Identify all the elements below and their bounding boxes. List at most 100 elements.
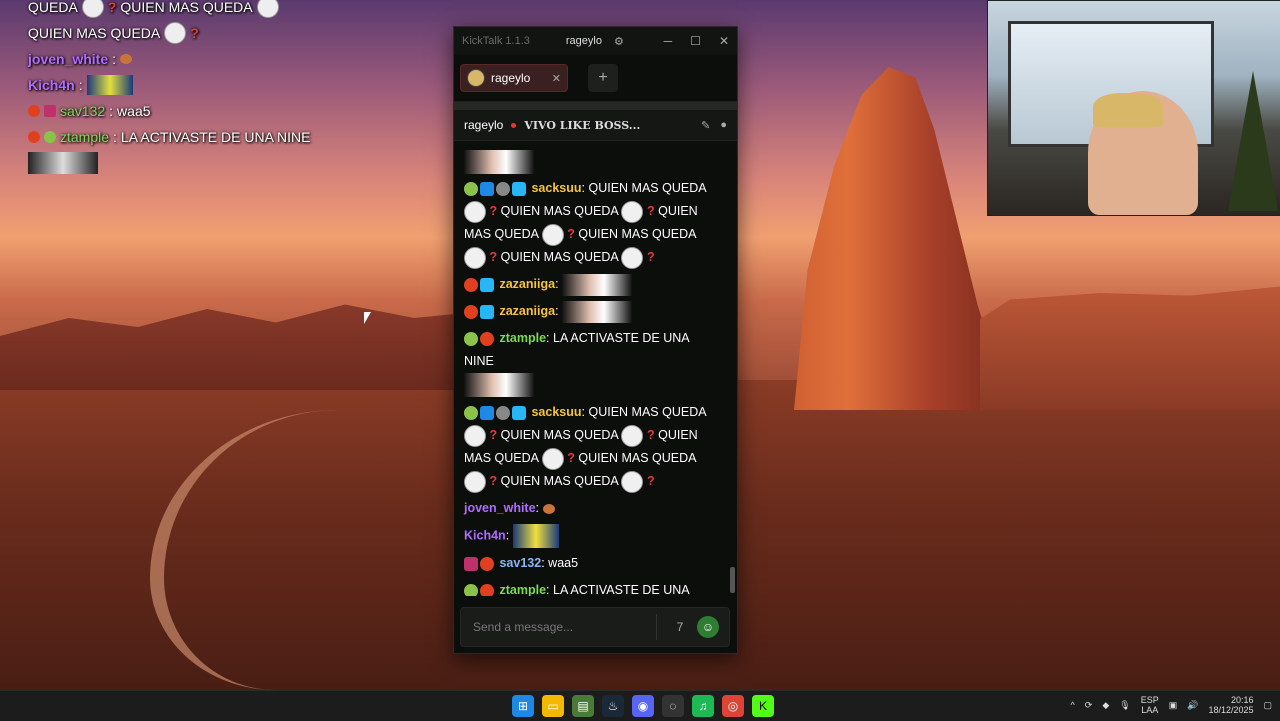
notification-icon[interactable]: ▢ — [1263, 700, 1272, 711]
message-input[interactable] — [471, 619, 656, 635]
minion-emote-icon — [86, 75, 133, 95]
overlay-text: QUIEN MAS QUEDA — [28, 25, 161, 41]
header-actions: ✎ ● — [701, 119, 727, 132]
question-icon: ? — [489, 428, 498, 442]
seventv-emote-icon[interactable]: 7 — [669, 616, 691, 638]
stream-overlay-chat: QUEDA ? QUIEN MAS QUEDA QUIEN MAS QUEDA … — [28, 0, 311, 176]
minimize-button[interactable]: ─ — [664, 34, 673, 48]
close-button[interactable]: ✕ — [719, 34, 729, 48]
message-sep: : — [555, 277, 559, 291]
username[interactable]: sav132 — [499, 556, 541, 570]
message-input-bar: 7 ☺ — [460, 607, 730, 647]
overlay-sep: : — [112, 51, 117, 67]
kick-emote-icon[interactable]: ☺ — [697, 616, 719, 638]
message-text: QUIEN MAS QUEDA — [500, 474, 618, 488]
sync-icon[interactable]: ⟳ — [1085, 700, 1093, 711]
question-icon: ? — [190, 25, 199, 41]
time: 20:16 — [1230, 695, 1254, 705]
badge-icon — [464, 181, 478, 196]
chat-messages[interactable]: sacksuu: QUIEN MAS QUEDA ? QUIEN MAS QUE… — [454, 150, 730, 596]
badge-icon — [512, 405, 526, 420]
overlay-username: joven_white — [28, 51, 109, 67]
username[interactable]: sacksuu — [531, 405, 581, 419]
app-icon[interactable]: ▤ — [572, 695, 594, 717]
chat-message: sacksuu: QUIEN MAS QUEDA ? QUIEN MAS QUE… — [464, 177, 720, 269]
account-button[interactable]: rageylo — [566, 35, 602, 47]
clock[interactable]: 20:16 18/12/2025 — [1208, 695, 1253, 715]
maximize-button[interactable]: ☐ — [690, 34, 701, 48]
image-emote — [464, 373, 534, 397]
network-icon[interactable]: ▣ — [1169, 700, 1178, 711]
overlay-sep: : — [109, 103, 114, 119]
moderator-badge-icon — [480, 405, 494, 420]
overlay-username: ztample — [60, 129, 110, 145]
chat-message: zazaniiga: — [464, 300, 720, 323]
username[interactable]: joven_white — [464, 501, 536, 515]
username[interactable]: sacksuu — [531, 181, 581, 195]
message-text: LA ACTIVASTE DE UNA NINE — [464, 331, 689, 368]
close-icon[interactable]: ✕ — [552, 72, 561, 85]
scrollbar[interactable] — [730, 567, 735, 593]
layout-text: LAA — [1141, 705, 1159, 715]
chat-message: Kich4n: — [464, 524, 720, 548]
emote-icon — [621, 246, 644, 269]
username[interactable]: ztample — [499, 583, 546, 596]
image-emote — [562, 300, 633, 323]
pin-icon[interactable]: ✎ — [701, 119, 710, 132]
username[interactable]: Kich4n — [464, 528, 506, 542]
overlay-line: QUIEN MAS QUEDA ? — [28, 20, 311, 46]
gear-icon[interactable]: ⚙ — [614, 35, 624, 48]
mouse-cursor — [364, 312, 371, 324]
message-sep: : — [581, 405, 585, 419]
emote-icon — [464, 200, 486, 223]
discord-icon[interactable]: ◉ — [632, 695, 654, 717]
shield-icon[interactable]: ◆ — [1102, 700, 1109, 711]
chat-message: zazaniiga: — [464, 273, 720, 296]
windows-start-icon[interactable]: ⊞ — [512, 695, 534, 717]
question-icon: ? — [489, 250, 498, 264]
badge-icon — [480, 304, 494, 319]
question-icon: ? — [646, 250, 655, 264]
chat-message: sav132: waa5 — [464, 552, 720, 575]
badge-icon — [496, 181, 510, 196]
file-explorer-icon[interactable]: ▭ — [542, 695, 564, 717]
overlay-line: Kich4n: — [28, 72, 311, 98]
message-text: QUIEN MAS QUEDA — [578, 227, 696, 241]
question-icon: ? — [646, 204, 655, 218]
badge-icon — [464, 556, 478, 571]
message-text: QUIEN — [658, 428, 698, 442]
language-indicator[interactable]: ESP LAA — [1141, 695, 1159, 715]
live-indicator — [511, 122, 517, 128]
volume-icon[interactable]: 🔊 — [1187, 700, 1198, 711]
overlay-username: sav132 — [60, 103, 106, 119]
emote-icon — [464, 246, 486, 269]
chevron-up-icon[interactable]: ^ — [1071, 700, 1075, 710]
tab-rageylo[interactable]: rageylo ✕ — [460, 64, 568, 92]
divider — [656, 614, 657, 640]
question-icon: ? — [107, 0, 117, 15]
steam-icon[interactable]: ♨ — [602, 695, 624, 717]
username[interactable]: zazaniiga — [499, 277, 555, 291]
mic-icon[interactable]: 🎙 — [1119, 700, 1130, 711]
spotify-icon[interactable]: ♫ — [692, 695, 714, 717]
emote-icon — [256, 0, 279, 18]
message-text: QUIEN MAS QUEDA — [578, 451, 696, 465]
wallpaper-monolith — [794, 67, 1010, 410]
add-tab-button[interactable]: + — [588, 64, 618, 92]
message-text: QUIEN MAS QUEDA — [500, 428, 618, 442]
title-bar[interactable]: KickTalk 1.1.3 rageylo ⚙ ─ ☐ ✕ — [454, 27, 737, 55]
emote-icon — [621, 424, 644, 447]
overlay-line — [28, 150, 311, 176]
app-icon[interactable]: ◌ — [662, 695, 684, 717]
badge-icon — [464, 583, 478, 596]
username[interactable]: ztample — [499, 331, 546, 345]
kicktalk-icon[interactable]: K — [752, 695, 774, 717]
chrome-icon[interactable]: ◎ — [722, 695, 744, 717]
moderator-badge-icon — [480, 181, 494, 196]
username[interactable]: zazaniiga — [499, 304, 555, 318]
image-emote — [562, 273, 633, 296]
overlay-line: ztample: LA ACTIVASTE DE UNA NINE — [28, 124, 311, 150]
taskbar-apps: ⊞ ▭ ▤ ♨ ◉ ◌ ♫ ◎ K — [512, 695, 774, 717]
user-icon[interactable]: ● — [720, 119, 727, 132]
question-icon: ? — [567, 451, 575, 465]
